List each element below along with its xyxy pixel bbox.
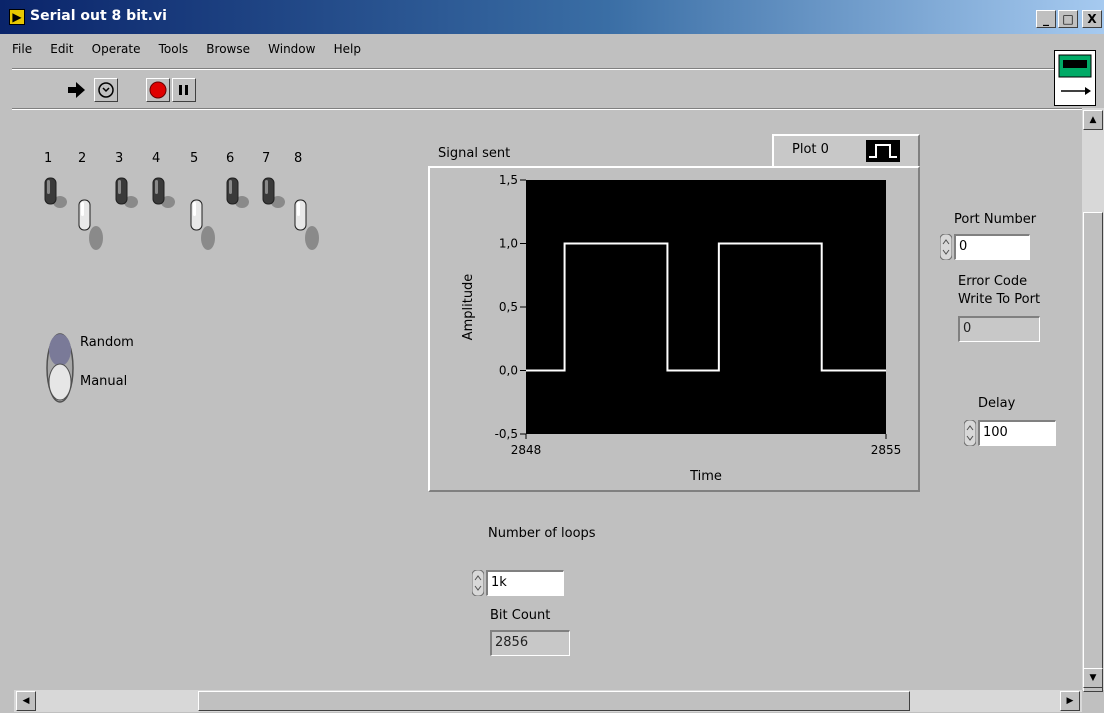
y-tick-label: 0,5 [499,300,518,314]
y-tick-label: 1,0 [499,237,518,251]
port-number-label: Port Number [954,212,1037,227]
port-number-input[interactable]: 0 [954,234,1030,260]
close-button[interactable]: X [1082,10,1102,28]
labview-app-icon: ▶ [9,9,25,25]
menu-edit[interactable]: Edit [50,42,73,56]
menu-separator [12,68,1062,70]
x-tick-label: 2848 [511,443,542,457]
delay-label: Delay [978,396,1016,411]
vi-front-panel-window: ▶ Serial out 8 bit.vi _ □ X File Edit Op… [0,0,1104,713]
scroll-up-icon[interactable]: ▲ [1083,110,1103,130]
y-axis-label: Amplitude [461,274,476,341]
vertical-scroll-thumb[interactable] [1083,212,1103,692]
scroll-left-icon[interactable]: ◀ [16,691,36,711]
x-axis-label: Time [689,469,722,484]
switch-label-3: 3 [115,151,124,166]
run-arrow-icon [68,82,85,98]
loops-spinner[interactable] [472,570,484,596]
pause-button[interactable] [172,78,196,102]
y-tick-label: -0,5 [495,427,518,441]
menu-bar: File Edit Operate Tools Browse Window He… [12,42,375,62]
menu-window[interactable]: Window [268,42,315,56]
delay-input[interactable]: 100 [978,420,1056,446]
toggle-switch-5[interactable] [186,190,220,256]
error-code-label-line2: Write To Port [958,292,1041,307]
port-number-spinner[interactable] [940,234,952,260]
menu-browse[interactable]: Browse [206,42,250,56]
window-title: Serial out 8 bit.vi [30,8,167,24]
panel-top-border [12,108,1082,110]
menu-tools[interactable]: Tools [159,42,189,56]
menu-operate[interactable]: Operate [92,42,141,56]
random-manual-switch[interactable] [44,330,76,406]
scroll-right-icon[interactable]: ▶ [1060,691,1080,711]
bit-count-label: Bit Count [490,608,551,623]
horizontal-scrollbar[interactable]: ◀ ▶ [14,690,1082,712]
toggle-switch-3[interactable] [111,172,145,238]
scroll-down-icon[interactable]: ▼ [1083,668,1103,688]
delay-spinner[interactable] [964,420,976,446]
switch-label-7: 7 [262,151,271,166]
toggle-switch-6[interactable] [222,172,256,238]
plot-area[interactable] [526,180,886,434]
run-continuously-icon [98,82,114,98]
toggle-switch-4[interactable] [148,172,182,238]
toggle-switch-8[interactable] [290,190,324,256]
switch-label-5: 5 [190,151,199,166]
number-of-loops-label: Number of loops [488,526,596,541]
graph-label: Signal sent [438,146,511,161]
plot-legend-label: Plot 0 [792,142,829,157]
run-button[interactable] [64,78,88,102]
abort-button[interactable] [146,78,170,102]
pause-icon [179,85,188,95]
vi-connector-icon[interactable] [1054,50,1096,106]
switch-label-4: 4 [152,151,161,166]
maximize-button[interactable]: □ [1058,10,1078,28]
random-label: Random [80,335,134,350]
plot-legend[interactable]: Plot 0 [772,134,920,168]
horizontal-scroll-thumb[interactable] [198,691,910,711]
title-bar[interactable]: ▶ Serial out 8 bit.vi _ □ X [0,0,1104,34]
y-tick-label: 1,5 [499,173,518,187]
switch-label-8: 8 [294,151,303,166]
run-continuously-button[interactable] [94,78,118,102]
error-code-label: Error Code [958,274,1028,289]
number-of-loops-input[interactable]: 1k [486,570,564,596]
error-code-indicator: 0 [958,316,1040,342]
abort-icon [149,81,167,99]
bit-count-indicator: 2856 [490,630,570,656]
toggle-switch-1[interactable] [40,172,74,238]
waveform-graph[interactable]: 1,5 1,0 0,5 0,0 -0,5 2848 2855 Time Amplitude [428,166,920,492]
y-tick-label: 0,0 [499,364,518,378]
vi-icon-image [1058,54,1092,95]
minimize-button[interactable]: _ [1036,10,1056,28]
switch-label-2: 2 [78,151,87,166]
plot-style-icon[interactable] [866,140,900,162]
toggle-switch-7[interactable] [258,172,292,238]
toggle-switch-2[interactable] [74,190,108,256]
menu-file[interactable]: File [12,42,32,56]
switch-label-1: 1 [44,151,53,166]
x-tick-label: 2855 [871,443,902,457]
switch-label-6: 6 [226,151,235,166]
menu-help[interactable]: Help [334,42,361,56]
manual-label: Manual [80,374,128,389]
vertical-scrollbar[interactable]: ▲ ▼ [1082,108,1104,692]
